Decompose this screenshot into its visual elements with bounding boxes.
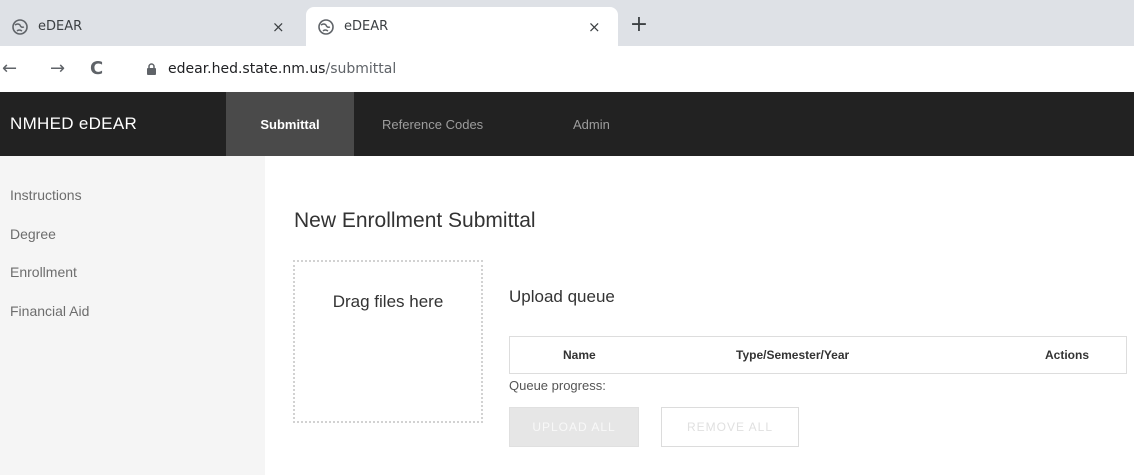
sidebar-item-financial-aid[interactable]: Financial Aid — [10, 303, 89, 319]
app-navbar: NMHED eDEAR Submittal Reference Codes Ad… — [0, 92, 1134, 156]
url-path: /submittal — [325, 61, 397, 77]
tab-title: eDEAR — [38, 19, 83, 34]
close-tab-icon[interactable]: × — [272, 18, 285, 36]
sidebar-item-degree[interactable]: Degree — [10, 226, 56, 242]
column-header-name: Name — [563, 348, 596, 362]
tab-title: eDEAR — [344, 19, 389, 34]
browser-tab[interactable]: eDEAR × — [0, 7, 296, 46]
reload-icon[interactable]: C — [90, 58, 103, 79]
file-drop-zone[interactable]: Drag files here — [293, 260, 483, 423]
sidebar: Instructions Degree Enrollment Financial… — [0, 156, 265, 475]
sidebar-item-instructions[interactable]: Instructions — [10, 187, 82, 203]
browser-tab-strip: eDEAR × eDEAR × + — [0, 0, 1134, 46]
page-title: New Enrollment Submittal — [294, 209, 536, 232]
column-header-actions: Actions — [1045, 348, 1090, 362]
url-field[interactable]: edear.hed.state.nm.us/submittal — [168, 61, 396, 77]
lock-icon[interactable] — [146, 63, 157, 76]
close-tab-icon[interactable]: × — [588, 18, 601, 36]
browser-tab-active[interactable]: eDEAR × — [306, 7, 618, 46]
back-arrow-icon[interactable]: ← — [2, 58, 17, 79]
nav-item-submittal[interactable]: Submittal — [226, 92, 354, 156]
url-host: edear.hed.state.nm.us — [168, 61, 326, 77]
column-header-type-semester-year: Type/Semester/Year — [736, 348, 850, 362]
nav-item-admin[interactable]: Admin — [573, 92, 610, 156]
sidebar-item-enrollment[interactable]: Enrollment — [10, 264, 77, 280]
upload-queue-heading: Upload queue — [509, 287, 615, 306]
nav-item-reference-codes[interactable]: Reference Codes — [382, 92, 483, 156]
upload-all-button[interactable]: UPLOAD ALL — [509, 407, 639, 447]
forward-arrow-icon[interactable]: → — [50, 58, 65, 79]
upload-queue-table: Name Type/Semester/Year Actions — [509, 336, 1127, 374]
remove-all-button[interactable]: REMOVE ALL — [661, 407, 799, 447]
queue-progress-label: Queue progress: — [509, 378, 606, 393]
address-bar-row: ← → C edear.hed.state.nm.us/submittal — [0, 46, 1134, 92]
globe-icon — [318, 18, 334, 35]
new-tab-button[interactable]: + — [625, 10, 653, 38]
main-content: New Enrollment Submittal Drag files here… — [265, 156, 1134, 475]
globe-icon — [12, 18, 28, 35]
drop-zone-label: Drag files here — [332, 292, 444, 311]
brand-logo[interactable]: NMHED eDEAR — [10, 114, 137, 134]
